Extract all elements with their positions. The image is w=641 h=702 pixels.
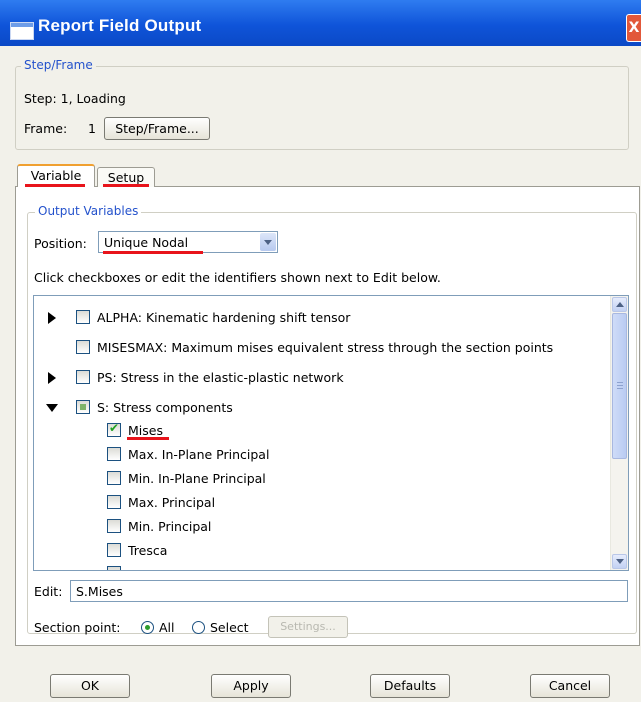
tree-label-ps: PS: Stress in the elastic-plastic networ… — [97, 370, 344, 385]
window-icon — [10, 22, 34, 40]
checkbox-misesmax[interactable] — [76, 340, 90, 354]
tree-row-max-inplane[interactable]: Max. In-Plane Principal — [34, 444, 604, 466]
tree-row-ps[interactable]: PS: Stress in the elastic-plastic networ… — [34, 367, 604, 389]
tree-label-alpha: ALPHA: Kinematic hardening shift tensor — [97, 310, 351, 325]
tree-label-mises: Mises — [128, 423, 163, 438]
checkbox-partial-next[interactable] — [107, 566, 121, 570]
checkbox-max-principal[interactable] — [107, 495, 121, 509]
annotation-underline-position — [103, 251, 203, 254]
tree-row-alpha[interactable]: ALPHA: Kinematic hardening shift tensor — [34, 307, 604, 329]
expand-arrow-icon[interactable] — [48, 312, 56, 324]
radio-all-label[interactable]: All — [159, 620, 175, 635]
step-text: Step: 1, Loading — [24, 91, 126, 106]
checkbox-alpha[interactable] — [76, 310, 90, 324]
cancel-button[interactable]: Cancel — [530, 674, 610, 698]
step-frame-button[interactable]: Step/Frame... — [104, 117, 210, 140]
tree-row-mises[interactable]: Mises — [34, 420, 604, 442]
tree-row-s[interactable]: S: Stress components — [34, 397, 604, 419]
tree-label-max-inplane: Max. In-Plane Principal — [128, 447, 270, 462]
grip-line — [617, 388, 623, 389]
frame-value: 1 — [88, 121, 96, 136]
position-dropdown[interactable]: Unique Nodal — [98, 231, 278, 253]
vertical-scrollbar[interactable] — [610, 296, 628, 570]
tree-row-tresca[interactable]: Tresca — [34, 540, 604, 562]
scroll-up-icon[interactable] — [612, 297, 627, 312]
frame-label: Frame: — [24, 121, 68, 136]
checkbox-min-principal[interactable] — [107, 519, 121, 533]
annotation-underline-setup — [103, 184, 149, 187]
checkbox-s[interactable] — [76, 400, 90, 414]
settings-button: Settings... — [268, 616, 348, 638]
apply-button[interactable]: Apply — [211, 674, 291, 698]
annotation-underline-mises — [127, 437, 169, 440]
ok-button[interactable]: OK — [50, 674, 130, 698]
checkbox-max-inplane[interactable] — [107, 447, 121, 461]
radio-select[interactable] — [192, 621, 205, 634]
scroll-thumb[interactable] — [612, 313, 627, 459]
grip-line — [617, 382, 623, 383]
tree-label-misesmax: MISESMAX: Maximum mises equivalent stres… — [97, 340, 554, 355]
close-button[interactable]: X — [626, 14, 641, 42]
tree-row-misesmax[interactable]: MISESMAX: Maximum mises equivalent stres… — [34, 337, 604, 359]
checkbox-min-inplane[interactable] — [107, 471, 121, 485]
checkbox-tresca[interactable] — [107, 543, 121, 557]
collapse-arrow-icon[interactable] — [46, 404, 58, 412]
checkbox-mises[interactable] — [107, 421, 121, 437]
output-variables-legend: Output Variables — [35, 204, 142, 218]
output-variable-tree[interactable]: ALPHA: Kinematic hardening shift tensor … — [33, 295, 629, 571]
expand-arrow-icon[interactable] — [48, 372, 56, 384]
scroll-down-icon[interactable] — [612, 554, 627, 569]
tree-label-min-inplane: Min. In-Plane Principal — [128, 471, 266, 486]
tree-label-s: S: Stress components — [97, 400, 233, 415]
edit-label: Edit: — [34, 584, 63, 599]
title-bar[interactable]: Report Field Output X — [0, 0, 641, 46]
radio-all[interactable] — [141, 621, 154, 634]
step-frame-legend: Step/Frame — [21, 58, 96, 72]
defaults-button[interactable]: Defaults — [370, 674, 450, 698]
tree-label-max-principal: Max. Principal — [128, 495, 216, 510]
edit-input[interactable]: S.Mises — [70, 580, 628, 602]
chevron-down-icon[interactable] — [260, 233, 276, 251]
position-value: Unique Nodal — [104, 235, 189, 250]
edit-value: S.Mises — [76, 584, 123, 599]
tree-row-max-principal[interactable]: Max. Principal — [34, 492, 604, 514]
window-title: Report Field Output — [38, 16, 202, 35]
report-field-output-dialog: Report Field Output X Step/Frame Step: 1… — [0, 0, 641, 702]
tree-row-min-principal[interactable]: Min. Principal — [34, 516, 604, 538]
grip-line — [617, 385, 623, 386]
radio-select-label[interactable]: Select — [210, 620, 249, 635]
checkbox-ps[interactable] — [76, 370, 90, 384]
tree-label-min-principal: Min. Principal — [128, 519, 212, 534]
annotation-underline-variable — [25, 184, 85, 187]
section-point-label: Section point: — [34, 620, 121, 635]
position-label: Position: — [34, 236, 87, 251]
instructions-text: Click checkboxes or edit the identifiers… — [34, 270, 441, 285]
tree-label-tresca: Tresca — [128, 543, 168, 558]
tree-row-min-inplane[interactable]: Min. In-Plane Principal — [34, 468, 604, 490]
